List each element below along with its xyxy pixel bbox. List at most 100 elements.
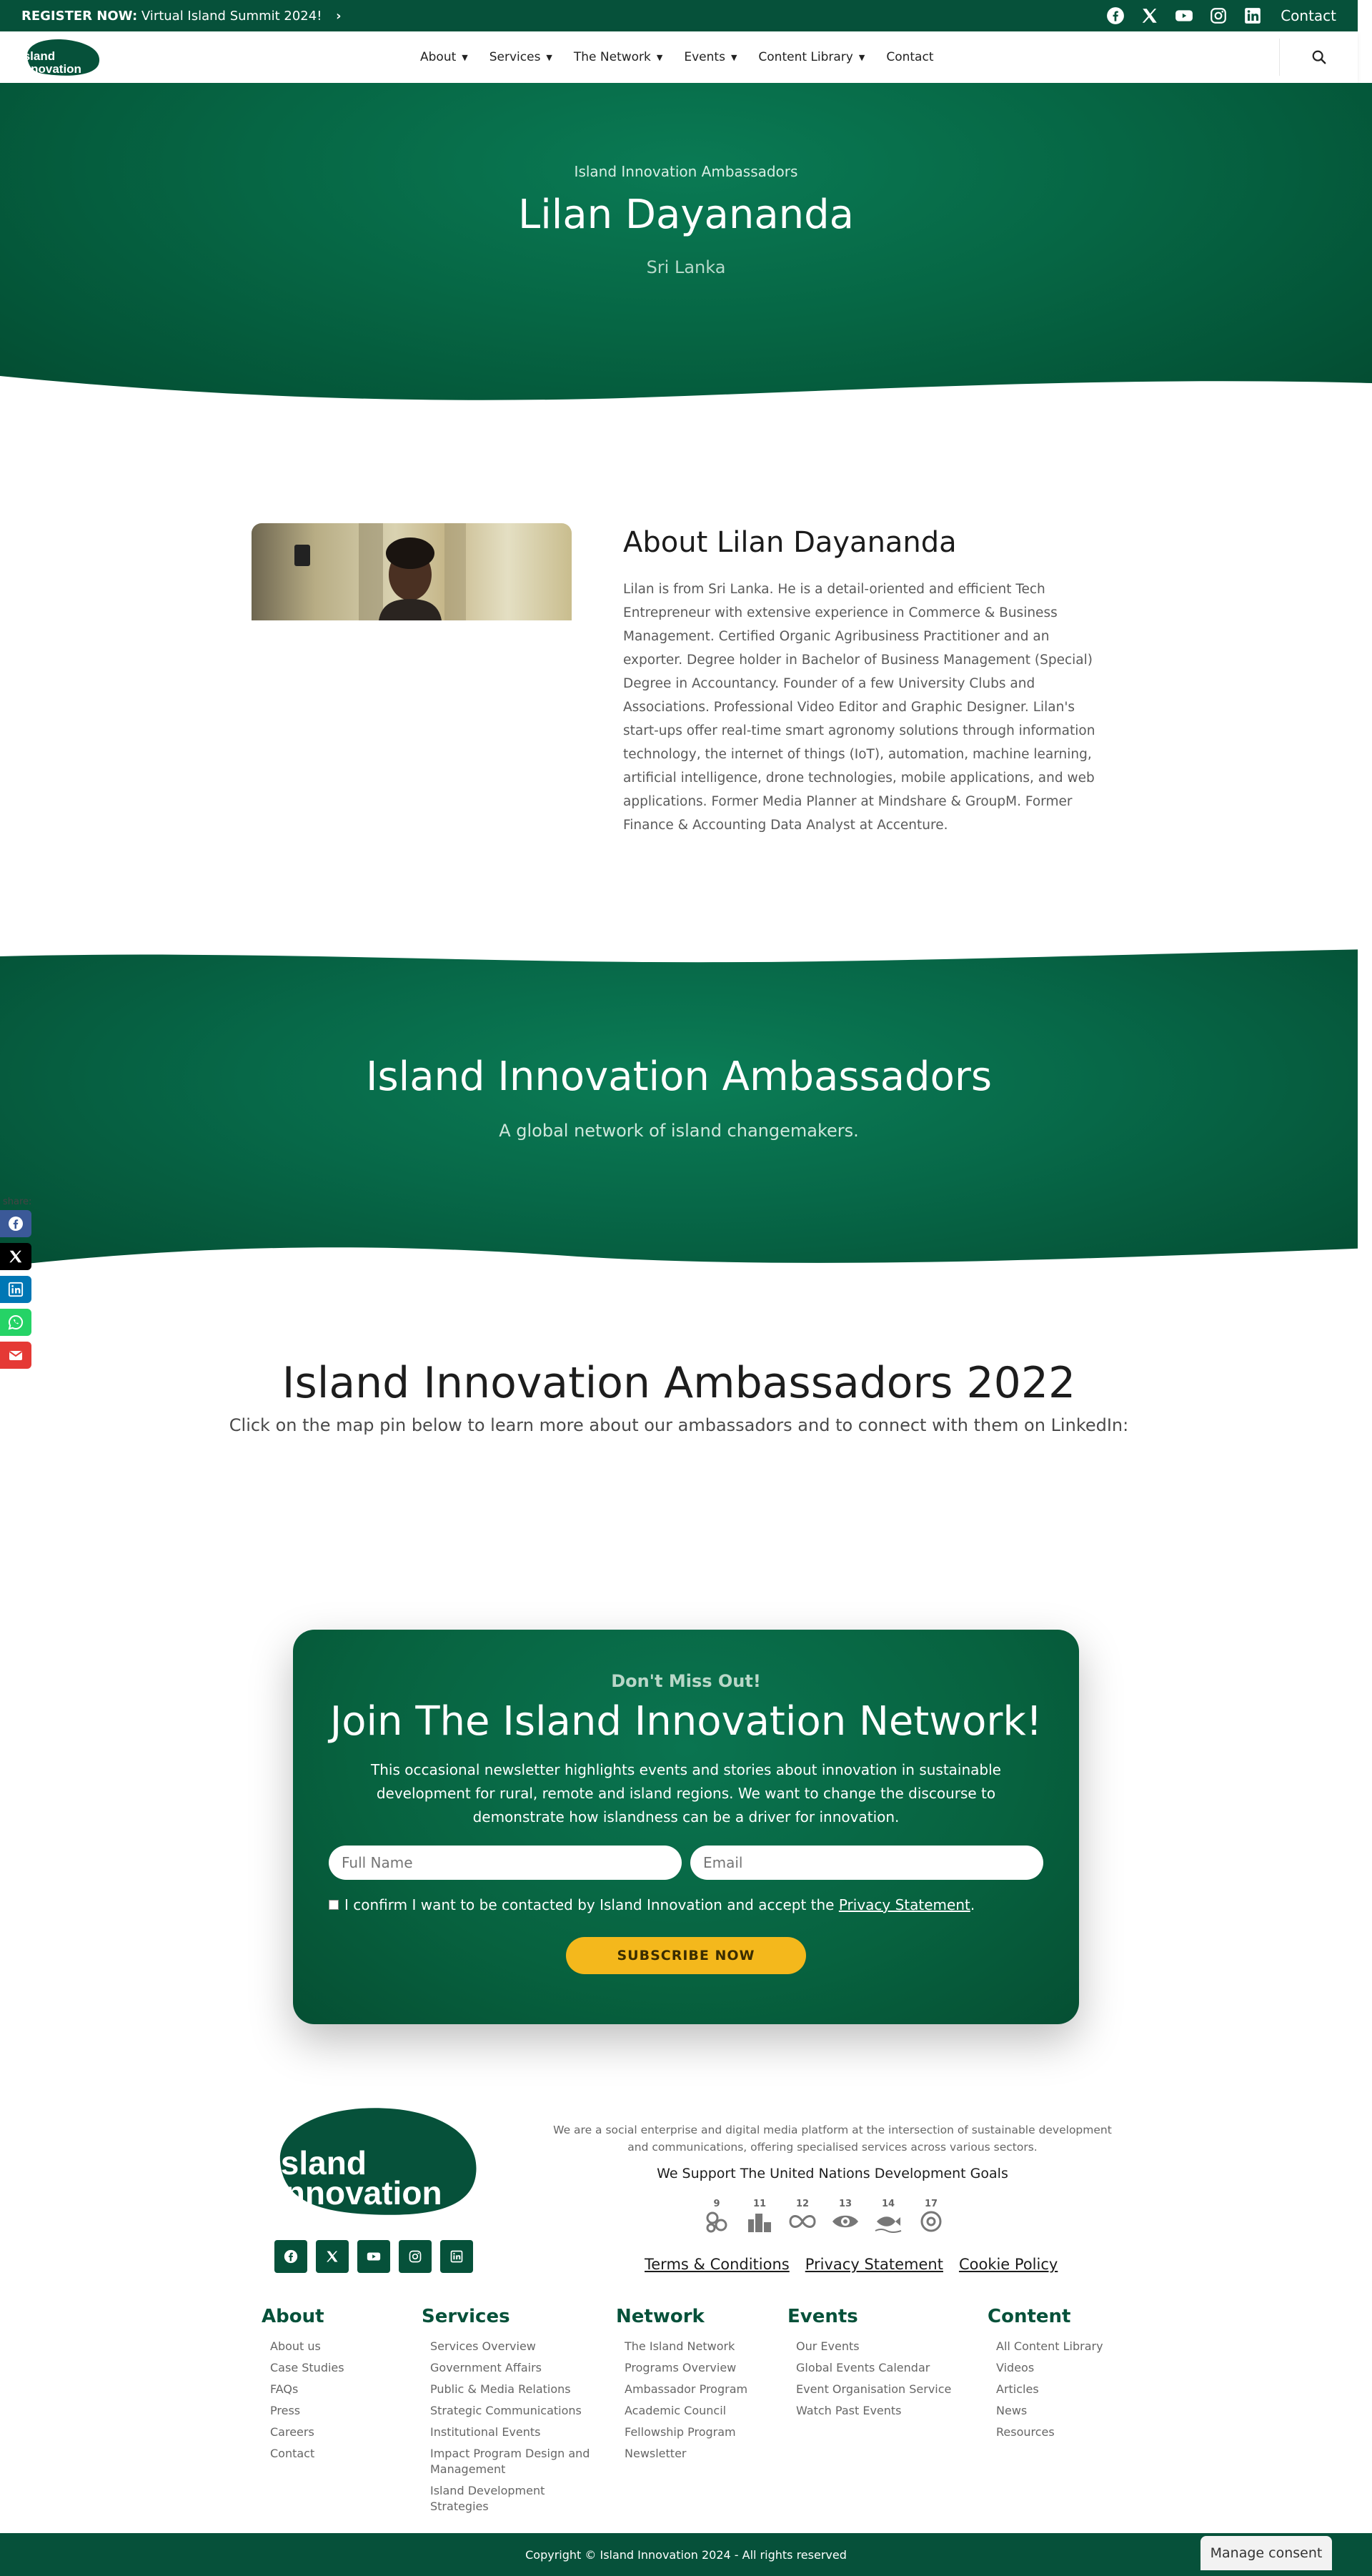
footer-link[interactable]: About us: [270, 2336, 344, 2357]
footer-link[interactable]: Resources: [996, 2422, 1103, 2443]
search-button[interactable]: [1279, 39, 1358, 76]
footer-social-links: [274, 2240, 473, 2273]
consent-end: .: [970, 1896, 975, 1913]
share-linkedin-button[interactable]: [0, 1276, 31, 1303]
footer-linkedin-button[interactable]: [440, 2240, 473, 2273]
consent-checkbox[interactable]: [329, 1900, 339, 1910]
share-x-button[interactable]: [0, 1243, 31, 1270]
announcement-bar: REGISTER NOW: Virtual Island Summit 2024…: [0, 0, 1358, 31]
search-icon: [1312, 50, 1326, 64]
full-name-input[interactable]: [329, 1846, 682, 1880]
manage-consent-button[interactable]: Manage consent: [1200, 2536, 1332, 2570]
nav-label: Contact: [886, 50, 934, 64]
footer-link[interactable]: Services Overview: [430, 2336, 593, 2357]
footer-link[interactable]: Strategic Communications: [430, 2400, 593, 2422]
footer-link[interactable]: News: [996, 2400, 1103, 2422]
cookie-policy-link[interactable]: Cookie Policy: [959, 2256, 1058, 2273]
hero-pretitle: Island Innovation Ambassadors: [574, 163, 798, 180]
footer-link[interactable]: Case Studies: [270, 2357, 344, 2379]
footer-link[interactable]: Press: [270, 2400, 344, 2422]
footer-link[interactable]: Watch Past Events: [796, 2400, 951, 2422]
banner-subtitle: A global network of island changemakers.: [499, 1121, 859, 1141]
newsletter-kicker: Don't Miss Out!: [611, 1671, 761, 1691]
footer-link[interactable]: Government Affairs: [430, 2357, 593, 2379]
linkedin-icon: [450, 2250, 463, 2263]
sdg-icons: 9 11 12 13 14 17: [700, 2199, 948, 2239]
footer-link[interactable]: The Island Network: [625, 2336, 747, 2357]
register-label: REGISTER NOW:: [21, 8, 138, 24]
facebook-icon: [284, 2249, 298, 2264]
footer-youtube-button[interactable]: [357, 2240, 390, 2273]
subscribe-button[interactable]: SUBSCRIBE NOW: [566, 1937, 806, 1974]
footer-link[interactable]: Event Organisation Service: [796, 2379, 951, 2400]
legal-links: Terms & Conditions Privacy Statement Coo…: [645, 2256, 1058, 2273]
x-icon: [9, 1250, 22, 1263]
footer-link[interactable]: Island Development Strategies: [430, 2480, 552, 2517]
footer-link[interactable]: FAQs: [270, 2379, 344, 2400]
footer-column-title: Content: [988, 2306, 1071, 2327]
newsletter-title: Join The Island Innovation Network!: [329, 1698, 1043, 1745]
footer-link[interactable]: Programs Overview: [625, 2357, 747, 2379]
footer-link[interactable]: Ambassador Program: [625, 2379, 747, 2400]
nav-label: The Network: [573, 50, 651, 64]
footer-link[interactable]: All Content Library: [996, 2336, 1103, 2357]
footer-link[interactable]: Academic Council: [625, 2400, 747, 2422]
facebook-icon[interactable]: [1106, 6, 1125, 25]
footer-link[interactable]: Contact: [270, 2443, 344, 2464]
nav-item-services[interactable]: Services ▼: [489, 50, 552, 64]
nav-item-content-library[interactable]: Content Library ▼: [758, 50, 865, 64]
page-title: Lilan Dayananda: [518, 192, 854, 238]
share-whatsapp-button[interactable]: [0, 1309, 31, 1336]
band-top-wave: [0, 948, 1358, 963]
footer-link[interactable]: Careers: [270, 2422, 344, 2443]
footer-link[interactable]: Articles: [996, 2379, 1103, 2400]
footer-link[interactable]: Our Events: [796, 2336, 951, 2357]
sdg-number: 11: [752, 2199, 767, 2209]
ambassadors-map-instructions: Click on the map pin below to learn more…: [229, 1415, 1129, 1435]
newsletter-description: This occasional newsletter highlights ev…: [371, 1761, 1001, 1826]
nav-label: Services: [489, 50, 541, 64]
footer-link[interactable]: Fellowship Program: [625, 2422, 747, 2443]
email-input[interactable]: [690, 1846, 1043, 1880]
linkedin-icon[interactable]: [1243, 6, 1262, 25]
footer-column-content: Content All Content Library Videos Artic…: [988, 2306, 1103, 2443]
sdg-9-icon: 9: [700, 2199, 733, 2239]
footer-link[interactable]: Videos: [996, 2357, 1103, 2379]
register-text: Virtual Island Summit 2024!: [137, 8, 322, 24]
footer-logo[interactable]: Island Innovation: [269, 2104, 483, 2219]
sdg-17-icon: 17: [915, 2199, 948, 2239]
footer-instagram-button[interactable]: [399, 2240, 432, 2273]
footer-link[interactable]: Newsletter: [625, 2443, 747, 2464]
footer-link[interactable]: Institutional Events: [430, 2422, 593, 2443]
svg-text:Innovation: Innovation: [20, 62, 81, 76]
footer-link[interactable]: Global Events Calendar: [796, 2357, 951, 2379]
footer-x-button[interactable]: [316, 2240, 349, 2273]
hero-country: Sri Lanka: [646, 257, 726, 277]
share-facebook-button[interactable]: [0, 1210, 31, 1237]
instagram-icon[interactable]: [1209, 6, 1228, 25]
nav-item-about[interactable]: About ▼: [420, 50, 468, 64]
register-link[interactable]: REGISTER NOW: Virtual Island Summit 2024…: [21, 9, 342, 24]
chevron-down-icon: ▼: [462, 52, 468, 62]
top-contact-link[interactable]: Contact: [1281, 7, 1336, 24]
footer-link[interactable]: Impact Program Design and Management: [430, 2443, 593, 2480]
footer-link[interactable]: Public & Media Relations: [430, 2379, 593, 2400]
sdg-number: 17: [924, 2199, 938, 2209]
share-bar: share:: [0, 1197, 33, 1374]
footer-facebook-button[interactable]: [274, 2240, 307, 2273]
nav-item-contact[interactable]: Contact: [886, 50, 933, 64]
site-logo[interactable]: Island Innovation: [19, 36, 101, 77]
privacy-link[interactable]: Privacy Statement: [805, 2256, 943, 2273]
youtube-icon[interactable]: [1175, 6, 1193, 25]
nav-item-network[interactable]: The Network ▼: [574, 50, 662, 64]
terms-link[interactable]: Terms & Conditions: [645, 2256, 790, 2273]
x-icon[interactable]: [1140, 6, 1159, 25]
whatsapp-icon: [8, 1314, 24, 1330]
newsletter-card: Don't Miss Out! Join The Island Innovati…: [293, 1630, 1079, 2024]
nav-label: Content Library: [758, 50, 853, 64]
sdg-number: 12: [795, 2199, 810, 2209]
svg-text:Island: Island: [20, 49, 55, 63]
footer-column-title: About: [262, 2306, 324, 2327]
privacy-statement-link[interactable]: Privacy Statement: [839, 1896, 970, 1913]
nav-item-events[interactable]: Events ▼: [684, 50, 737, 64]
